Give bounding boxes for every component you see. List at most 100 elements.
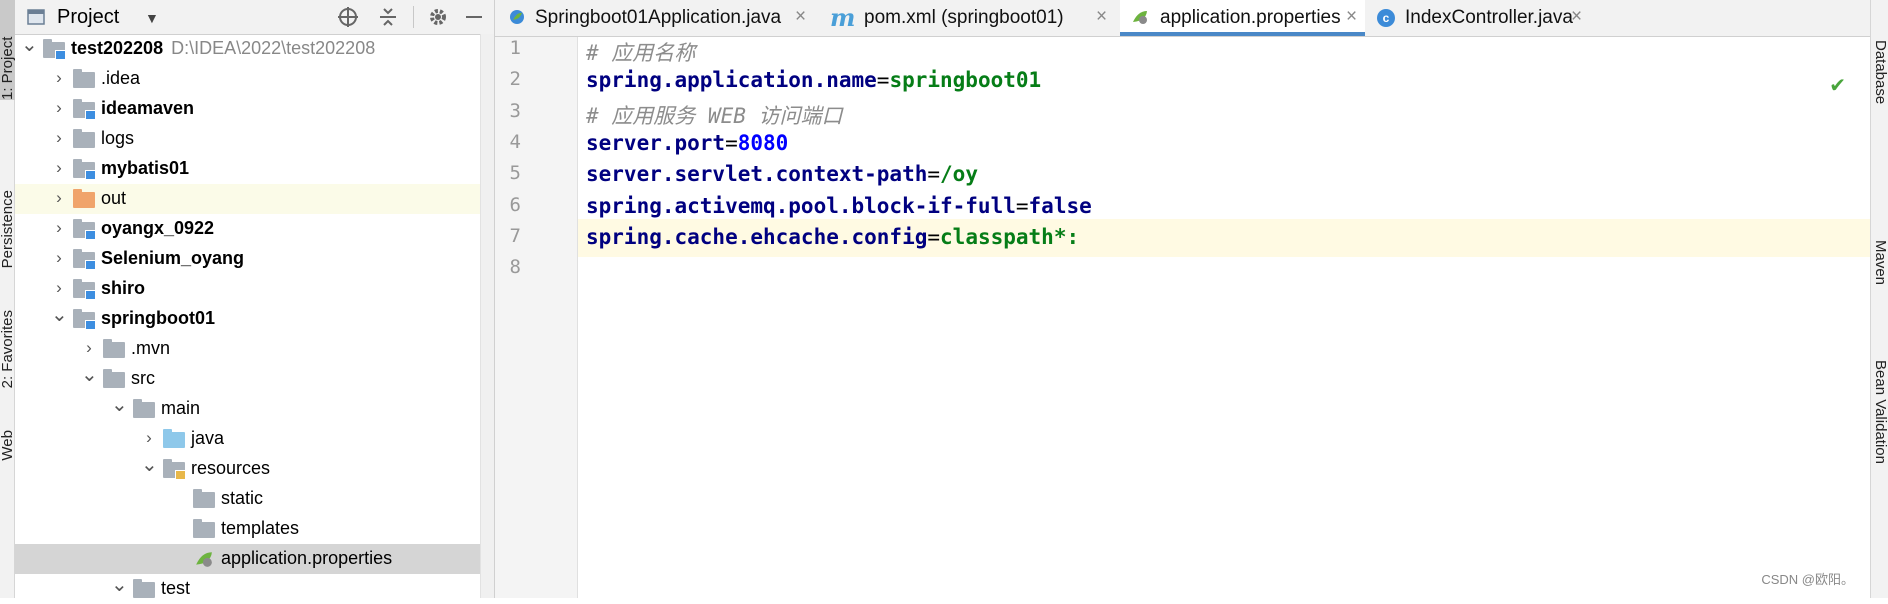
tree-row[interactable]: ⌄ main	[15, 394, 494, 424]
tree-row[interactable]: › out	[15, 184, 494, 214]
chevron-right-icon[interactable]: ›	[51, 128, 67, 148]
tree-item-label: resources	[191, 458, 270, 479]
source-folder-icon	[163, 429, 185, 448]
tree-item-name: out	[101, 188, 127, 208]
chevron-down-icon[interactable]: ⌄	[111, 572, 128, 597]
minimize-icon[interactable]	[463, 6, 485, 28]
tree-row[interactable]: application.properties	[15, 544, 494, 574]
tool-tab-web[interactable]: Web	[0, 430, 16, 461]
tree-item-label: src	[131, 368, 155, 389]
line-number: 6	[509, 194, 521, 216]
tree-item-label: test	[161, 578, 190, 599]
close-icon[interactable]: ×	[795, 6, 806, 28]
code-token: /oy	[940, 162, 978, 186]
tree-row[interactable]: ⌄ springboot01	[15, 304, 494, 334]
code-token: server.servlet.context-path	[586, 162, 928, 186]
chevron-right-icon[interactable]: ›	[51, 188, 67, 208]
tree-row[interactable]: › ideamaven	[15, 94, 494, 124]
tool-tab-favorites[interactable]: 2: Favorites	[0, 310, 16, 388]
code-token: =	[725, 131, 738, 155]
tree-row[interactable]: › oyangx_0922	[15, 214, 494, 244]
chevron-down-icon[interactable]: ⌄	[81, 362, 98, 387]
code-text: spring.application.name=springboot01	[586, 68, 1041, 92]
tree-row[interactable]: ⌄ src	[15, 364, 494, 394]
tree-item-name: shiro	[101, 278, 146, 298]
chevron-right-icon[interactable]: ›	[51, 278, 67, 298]
code-line[interactable]	[578, 250, 1870, 288]
spring-properties-icon	[193, 550, 215, 567]
chevron-right-icon[interactable]: ›	[141, 428, 157, 448]
spring-class-icon	[510, 10, 524, 24]
tree-scrollbar[interactable]	[480, 34, 494, 598]
tree-row[interactable]: ⌄ resources	[15, 454, 494, 484]
tree-row[interactable]: › Selenium_oyang	[15, 244, 494, 274]
tool-tab-database[interactable]: Database	[1872, 40, 1888, 104]
tree-item-name: src	[131, 368, 155, 388]
close-icon[interactable]: ×	[1346, 6, 1357, 28]
code-token: =	[927, 225, 941, 249]
tool-tab-project[interactable]: 1: Project	[0, 0, 16, 100]
code-token: server.port	[586, 131, 726, 155]
tree-item-name: main	[161, 398, 201, 418]
module-folder-icon	[73, 309, 96, 330]
chevron-down-icon[interactable]: ⌄	[51, 302, 68, 327]
tree-row[interactable]: › .idea	[15, 64, 494, 94]
chevron-right-icon[interactable]: ›	[51, 68, 67, 88]
code-editor[interactable]: ✔ # 应用名称 spring.application.name=springbo…	[578, 37, 1870, 598]
target-icon[interactable]	[337, 6, 359, 28]
tab-label: pom.xml (springboot01)	[864, 7, 1064, 28]
chevron-down-icon[interactable]: ⌄	[141, 452, 158, 477]
chevron-down-icon[interactable]: ▼	[145, 10, 159, 26]
chevron-right-icon[interactable]: ›	[51, 248, 67, 268]
tree-row[interactable]: › mybatis01	[15, 154, 494, 184]
project-panel-header: Project ▼	[15, 0, 494, 35]
line-number: 1	[509, 37, 521, 59]
chevron-right-icon[interactable]: ›	[51, 158, 67, 178]
tab-label: application.properties	[1160, 7, 1341, 28]
line-number: 7	[509, 225, 521, 247]
chevron-right-icon[interactable]: ›	[51, 218, 67, 238]
tree-row[interactable]: templates	[15, 514, 494, 544]
code-token: false	[1028, 194, 1092, 218]
module-folder-icon	[73, 279, 96, 300]
tree-item-name: java	[191, 428, 225, 448]
module-folder-icon	[73, 159, 96, 180]
collapse-all-icon[interactable]	[377, 6, 399, 28]
left-tool-strip: 1: Project Persistence 2: Favorites Web	[0, 0, 16, 598]
tool-tab-maven[interactable]: Maven	[1872, 240, 1888, 285]
project-panel-title[interactable]: Project	[57, 6, 119, 29]
tree-item-label: out	[101, 188, 126, 209]
chevron-right-icon[interactable]: ›	[51, 98, 67, 118]
line-number: 2	[509, 68, 521, 90]
tree-item-name: logs	[101, 128, 135, 148]
module-folder-icon	[73, 99, 96, 120]
chevron-down-icon[interactable]: ⌄	[21, 32, 38, 57]
excluded-folder-icon	[73, 189, 95, 208]
folder-icon	[193, 519, 215, 538]
tree-item-name: test	[161, 578, 191, 598]
line-number: 3	[509, 100, 521, 122]
folder-icon	[133, 399, 155, 418]
tree-row[interactable]: › logs	[15, 124, 494, 154]
tree-row[interactable]: › shiro	[15, 274, 494, 304]
tool-tab-bean-validation[interactable]: Bean Validation	[1872, 360, 1888, 464]
tab-label: IndexController.java	[1405, 7, 1573, 28]
tree-row[interactable]: › .mvn	[15, 334, 494, 364]
close-icon[interactable]: ×	[1571, 6, 1582, 28]
chevron-down-icon[interactable]: ⌄	[111, 392, 128, 417]
gear-icon[interactable]	[427, 6, 449, 28]
tree-row[interactable]: static	[15, 484, 494, 514]
tree-row[interactable]: › java	[15, 424, 494, 454]
tree-item-label: mybatis01	[101, 158, 189, 179]
tree-item-label: ideamaven	[101, 98, 194, 119]
code-token: spring.application.name	[586, 68, 877, 92]
close-icon[interactable]: ×	[1096, 6, 1107, 28]
chevron-right-icon[interactable]: ›	[81, 338, 97, 358]
module-folder-icon	[73, 249, 96, 270]
tree-item-label: Selenium_oyang	[101, 248, 244, 269]
class-icon: c	[1377, 9, 1395, 27]
tool-tab-persistence[interactable]: Persistence	[0, 190, 16, 268]
tree-row[interactable]: ⌄ test202208 D:\IDEA\2022\test202208	[15, 34, 494, 64]
line-number-gutter: 1 2 3 4 5 6 7 8	[495, 37, 578, 598]
tree-row[interactable]: ⌄ test	[15, 574, 494, 604]
